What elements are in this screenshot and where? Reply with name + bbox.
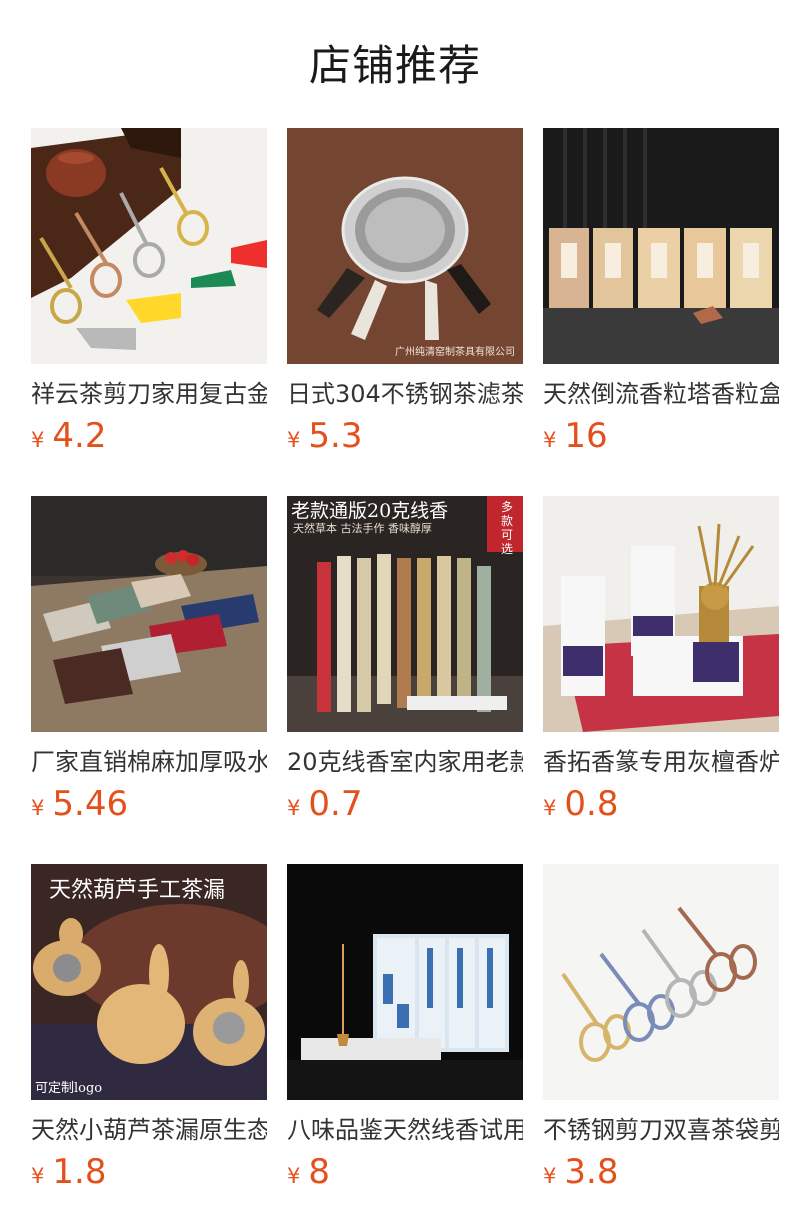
image-caption: 广州纯清窑制茶具有限公司 [395, 347, 515, 358]
price-value: 5.3 [308, 416, 363, 456]
price-value: 8 [308, 1152, 331, 1192]
currency-symbol: ¥ [543, 428, 557, 452]
image-badge: 多款可选 [501, 500, 514, 556]
price-value: 0.8 [564, 784, 619, 824]
product-image[interactable] [543, 864, 779, 1100]
shop-recommend-page: 店铺推荐 祥云茶剪刀家用复古金 ¥ 4.2 广州纯清窑制茶具有限公司 日式304… [0, 0, 790, 1232]
product-card[interactable]: 祥云茶剪刀家用复古金色茶具配件 ¥4.2 [31, 128, 267, 496]
product-card[interactable]: 不锈钢剪刀双喜茶袋剪 ¥3.8 [543, 864, 779, 1232]
currency-symbol: ¥ [31, 1164, 45, 1188]
product-name[interactable]: 天然小葫芦茶漏原生态手工 [31, 1114, 267, 1146]
currency-symbol: ¥ [287, 1164, 301, 1188]
product-card[interactable]: 天然倒流香粒塔香粒盒装 ¥16 [543, 128, 779, 496]
product-price: ¥8 [287, 1152, 523, 1192]
incense-boxes-image [543, 128, 779, 364]
currency-symbol: ¥ [287, 428, 301, 452]
currency-symbol: ¥ [543, 1164, 557, 1188]
product-card[interactable]: 厂家直销棉麻加厚吸水茶巾 ¥5.46 [31, 496, 267, 864]
price-value: 0.7 [308, 784, 363, 824]
product-name[interactable]: 日式304不锈钢茶滤茶漏陶瓷手柄 [287, 378, 523, 410]
currency-symbol: ¥ [31, 796, 45, 820]
image-subline: 天然草本 古法手作 香味醇厚 [293, 522, 432, 535]
product-name[interactable]: 祥云茶剪刀家用复古金色茶具配件 [31, 378, 267, 410]
product-name[interactable]: 不锈钢剪刀双喜茶袋剪 [543, 1114, 779, 1146]
product-price: ¥5.46 [31, 784, 267, 824]
product-price: ¥0.7 [287, 784, 523, 824]
product-price: ¥4.2 [31, 416, 267, 456]
product-image[interactable] [31, 496, 267, 732]
price-value: 16 [564, 416, 608, 456]
product-card[interactable]: 天然葫芦手工茶漏 可定制logo 天然小葫芦茶漏原生态手工 ¥1.8 [31, 864, 267, 1232]
product-price: ¥16 [543, 416, 779, 456]
price-value: 1.8 [52, 1152, 107, 1192]
page-title: 店铺推荐 [308, 41, 481, 90]
product-image[interactable]: 老款通版20克线香 天然草本 古法手作 香味醇厚 多款可选 [287, 496, 523, 732]
product-image[interactable] [287, 864, 523, 1100]
product-name[interactable]: 20克线香室内家用老款通版 [287, 746, 523, 778]
tea-towels-image [31, 496, 267, 732]
product-name[interactable]: 天然倒流香粒塔香粒盒装 [543, 378, 779, 410]
product-name[interactable]: 八味品鉴天然线香试用装 [287, 1114, 523, 1146]
product-image[interactable]: 广州纯清窑制茶具有限公司 [287, 128, 523, 364]
steel-scissors-image [543, 864, 779, 1100]
price-value: 3.8 [564, 1152, 619, 1192]
product-name[interactable]: 香拓香篆专用灰檀香炉灰 [543, 746, 779, 778]
product-card[interactable]: 老款通版20克线香 天然草本 古法手作 香味醇厚 多款可选 20克线香室内家用老… [287, 496, 523, 864]
product-image[interactable] [543, 128, 779, 364]
price-value: 5.46 [52, 784, 129, 824]
incense-sampler-image [287, 864, 523, 1100]
product-card[interactable]: 八味品鉴天然线香试用装 ¥8 [287, 864, 523, 1232]
product-price: ¥0.8 [543, 784, 779, 824]
tea-strainer-image [287, 128, 523, 364]
incense-ash-image [543, 496, 779, 732]
product-price: ¥5.3 [287, 416, 523, 456]
product-price: ¥1.8 [31, 1152, 267, 1192]
product-name[interactable]: 厂家直销棉麻加厚吸水茶巾 [31, 746, 267, 778]
tea-scissors-image [31, 128, 267, 364]
product-image[interactable] [543, 496, 779, 732]
product-grid: 祥云茶剪刀家用复古金色茶具配件 ¥4.2 [31, 128, 779, 1232]
currency-symbol: ¥ [287, 796, 301, 820]
image-headline: 老款通版20克线香 [291, 500, 449, 522]
image-headline: 天然葫芦手工茶漏 [49, 878, 226, 903]
product-image[interactable] [31, 128, 267, 364]
product-card[interactable]: 广州纯清窑制茶具有限公司 日式304不锈钢茶滤茶漏陶瓷手柄 ¥5.3 [287, 128, 523, 496]
product-card[interactable]: 香拓香篆专用灰檀香炉灰 ¥0.8 [543, 496, 779, 864]
product-image[interactable]: 天然葫芦手工茶漏 可定制logo [31, 864, 267, 1100]
currency-symbol: ¥ [543, 796, 557, 820]
currency-symbol: ¥ [31, 428, 45, 452]
product-price: ¥3.8 [543, 1152, 779, 1192]
price-value: 4.2 [52, 416, 107, 456]
image-caption: 可定制logo [35, 1081, 103, 1096]
